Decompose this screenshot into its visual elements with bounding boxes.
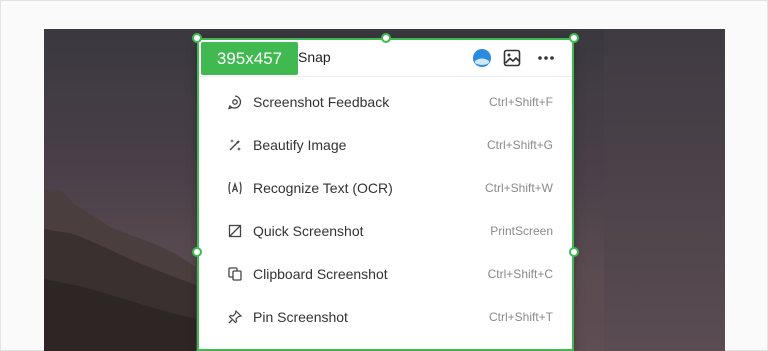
menu-item-pin-screenshot[interactable]: Pin Screenshot Ctrl+Shift+T — [209, 297, 553, 337]
avatar-icon[interactable] — [472, 48, 492, 68]
image-icon[interactable] — [502, 48, 522, 68]
menu-item-shortcut: Ctrl+Shift+W — [484, 181, 553, 195]
ocr-icon — [227, 180, 243, 196]
menu-item-shortcut: PrintScreen — [490, 224, 553, 238]
menu-item-label: Quick Screenshot — [253, 223, 364, 239]
clipboard-icon — [227, 266, 243, 282]
menu-item-shortcut: Ctrl+Shift+T — [488, 310, 553, 324]
resize-handle-right[interactable] — [569, 247, 579, 257]
app-name: Snap — [298, 49, 331, 65]
menu-item-label: Beautify Image — [253, 137, 347, 153]
menu-item-clipboard-screenshot[interactable]: Clipboard Screenshot Ctrl+Shift+C — [209, 254, 553, 294]
resize-handle-top[interactable] — [381, 33, 391, 43]
resize-handle-top-left[interactable] — [192, 33, 202, 43]
menu-item-screenshot-feedback[interactable]: Screenshot Feedback Ctrl+Shift+F — [209, 82, 553, 122]
context-menu: Snap Screenshot Feedback Ctrl+Shift+F Be… — [197, 38, 574, 351]
feedback-icon — [227, 94, 243, 110]
pin-icon — [227, 309, 243, 325]
menu-item-recognize-text[interactable]: Recognize Text (OCR) Ctrl+Shift+W — [209, 168, 553, 208]
resize-handle-top-right[interactable] — [569, 33, 579, 43]
more-icon[interactable] — [536, 48, 556, 68]
menu-item-shortcut: Ctrl+Shift+G — [486, 138, 553, 152]
menu-item-label: Pin Screenshot — [253, 309, 348, 325]
menu-item-label: Clipboard Screenshot — [253, 266, 388, 282]
resize-handle-left[interactable] — [192, 247, 202, 257]
crop-icon — [227, 223, 243, 239]
menu-item-shortcut: Ctrl+Shift+C — [487, 267, 553, 281]
menu-item-label: Recognize Text (OCR) — [253, 180, 393, 196]
menu-item-label: Screenshot Feedback — [253, 94, 390, 110]
magic-wand-icon — [227, 137, 243, 153]
menu-item-beautify-image[interactable]: Beautify Image Ctrl+Shift+G — [209, 125, 553, 165]
selection-size-badge: 395x457 — [201, 42, 298, 75]
menu-item-quick-screenshot[interactable]: Quick Screenshot PrintScreen — [209, 211, 553, 251]
menu-item-shortcut: Ctrl+Shift+F — [488, 95, 553, 109]
